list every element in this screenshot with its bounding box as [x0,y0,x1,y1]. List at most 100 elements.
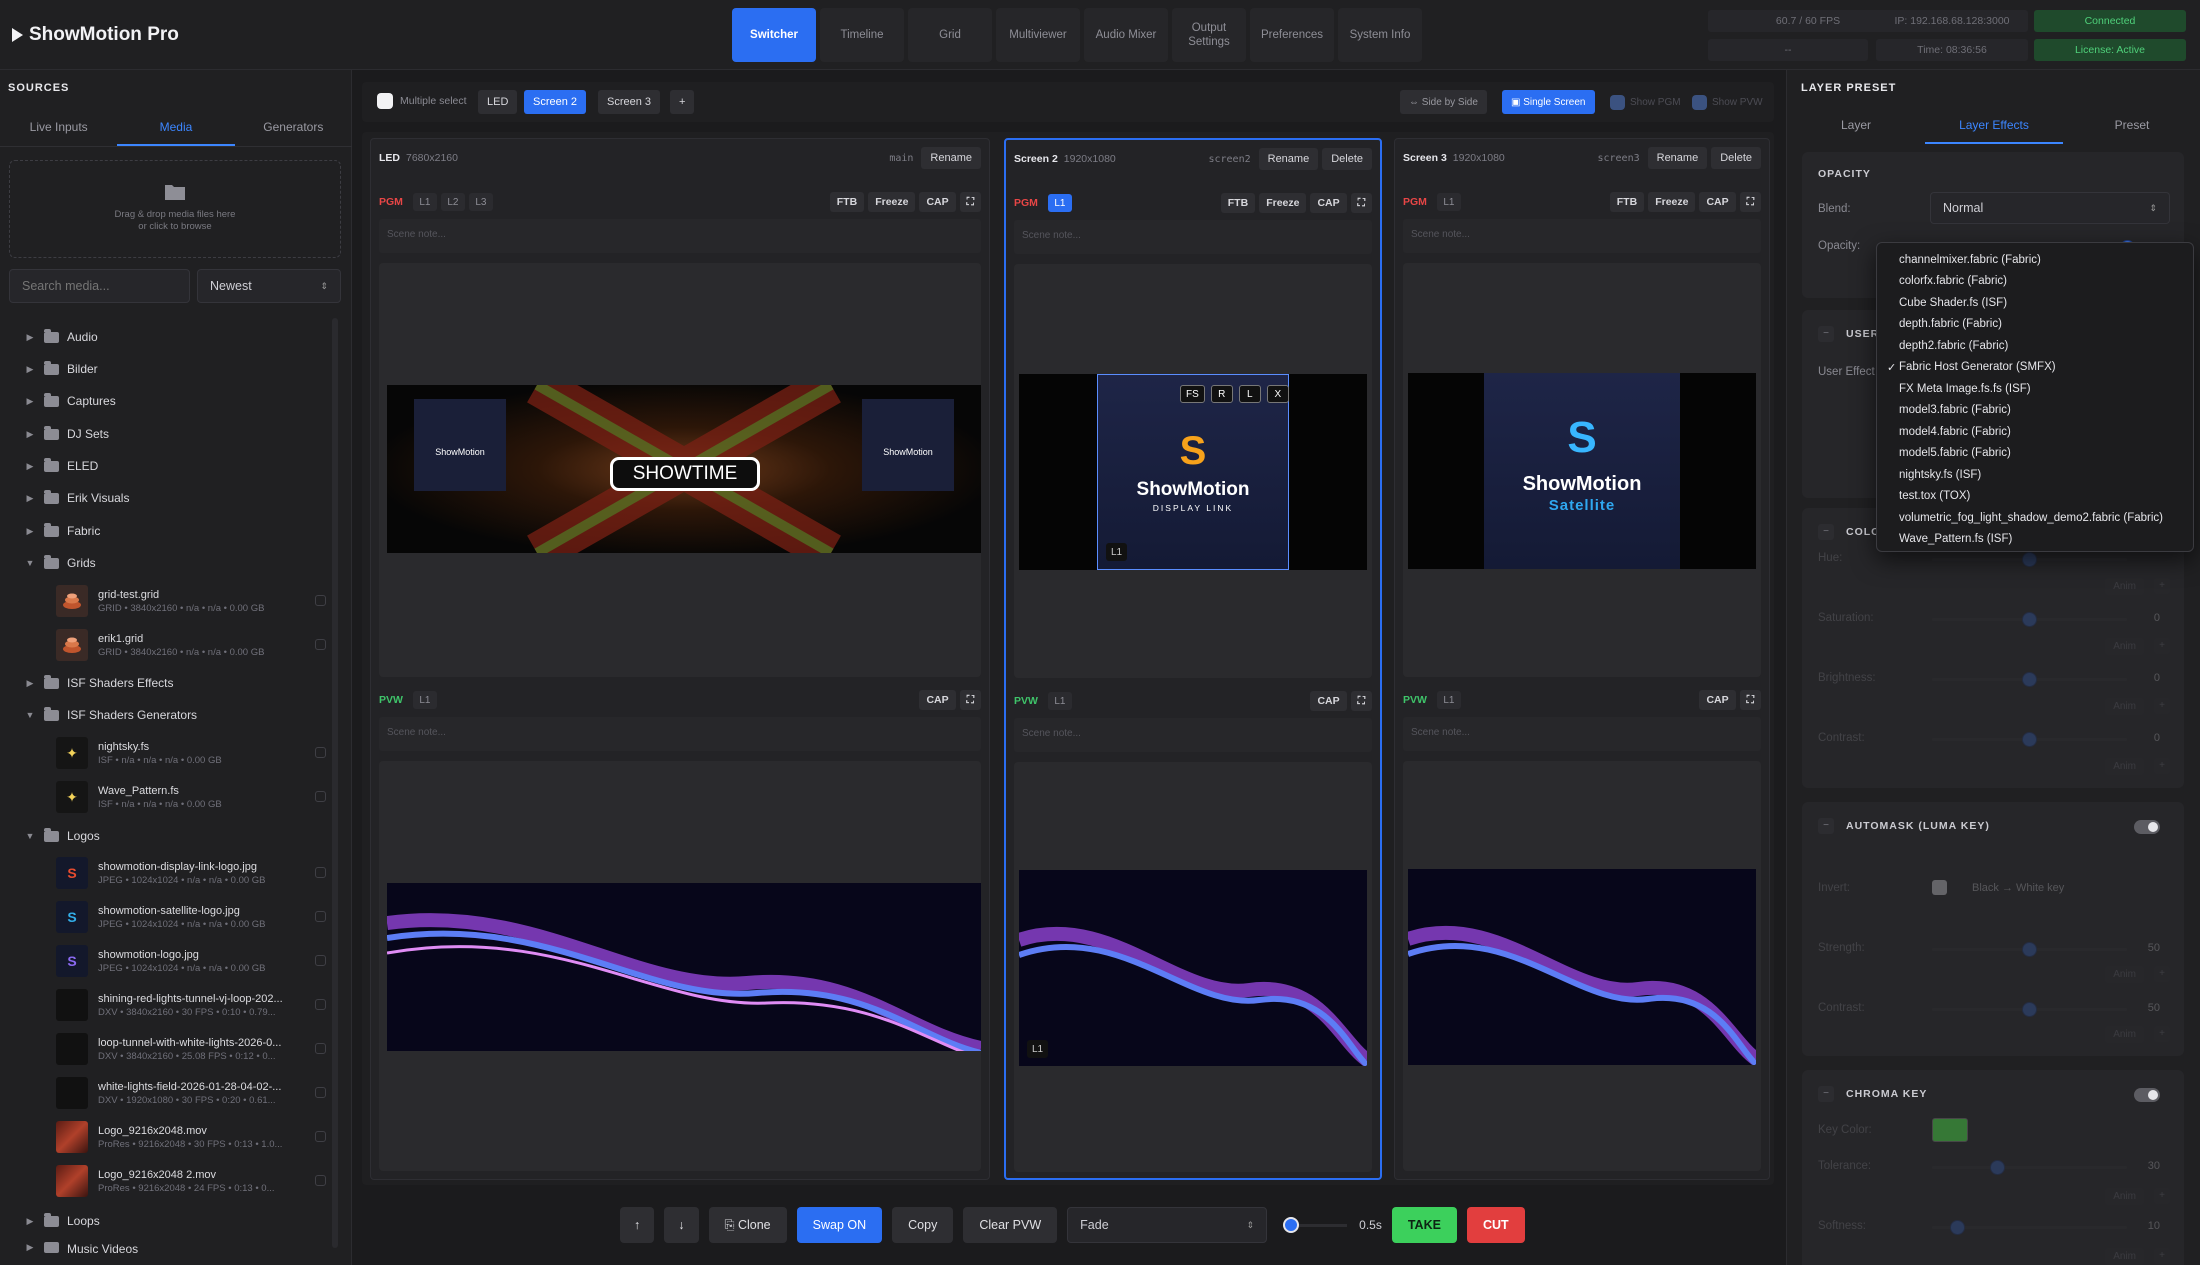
softness-anim-button[interactable]: Anim [2105,1248,2144,1265]
media-item[interactable]: grid-test.grid GRID • 3840x2160 • n/a • n… [56,582,326,620]
collapse-icon[interactable]: − [1818,326,1834,342]
effect-option[interactable]: depth.fabric (Fabric) [1877,314,2193,336]
screen-tab-screen-3[interactable]: Screen 3 [598,90,661,114]
folder-audio[interactable]: ▶ Audio [24,326,98,348]
multiple-select-checkbox[interactable] [377,93,393,109]
nav-tab-timeline[interactable]: Timeline [820,8,904,62]
pgm-scene-note[interactable]: Scene note... [1403,219,1761,253]
ftb-button[interactable]: FTB [1220,193,1256,213]
cap-button[interactable]: CAP [919,192,956,212]
freeze-button[interactable]: Freeze [868,192,916,212]
strength-slider[interactable] [1932,942,2127,957]
layer-chip[interactable]: L1 [1436,691,1461,709]
media-scrollbar[interactable] [332,318,338,1248]
strength-add-button[interactable]: + [2154,966,2170,982]
screen-2[interactable]: Screen 2 1920x1080 screen2 Rename Delete PGM… [1004,138,1382,1180]
cap-button[interactable]: CAP [919,690,956,710]
delete-button[interactable]: Delete [1322,148,1372,170]
fullscreen-icon[interactable]: ⛶ [1739,690,1761,710]
saturation-add-button[interactable]: + [2154,638,2170,654]
effect-option[interactable]: model3.fabric (Fabric) [1877,400,2193,422]
remove-handle[interactable]: X [1266,385,1289,403]
layer-chip[interactable]: L1 [1436,193,1461,211]
pvw-canvas[interactable] [379,761,981,1171]
brightness-slider-knob[interactable] [2022,672,2037,687]
pgm-canvas[interactable]: S ShowMotion DISPLAY LINK FS R L X L1 [1014,264,1372,678]
pvw-canvas[interactable] [1403,761,1761,1171]
automask-contrast-add-button[interactable]: + [2154,1026,2170,1042]
strength-anim-button[interactable]: Anim [2105,966,2144,983]
effect-option[interactable]: Wave_Pattern.fs (ISF) [1877,529,2193,551]
delete-button[interactable]: Delete [1711,147,1761,169]
invert-checkbox[interactable] [1932,880,1947,895]
effect-option[interactable]: model4.fabric (Fabric) [1877,421,2193,443]
automask-contrast-slider[interactable] [1932,1002,2127,1017]
pgm-canvas[interactable]: ShowMotion ShowMotion SHOWTIME [379,263,981,677]
layer-chip[interactable]: L1 [412,193,437,211]
cap-button[interactable]: CAP [1699,690,1736,710]
pvw-canvas[interactable]: L1 [1014,762,1372,1172]
rename-button[interactable]: Rename [921,147,981,169]
effect-option[interactable]: FX Meta Image.fs.fs (ISF) [1877,378,2193,400]
freeze-button[interactable]: Freeze [1259,193,1307,213]
duration-slider-knob[interactable] [1283,1216,1300,1233]
tab-generators[interactable]: Generators [235,110,352,146]
freeze-button[interactable]: Freeze [1648,192,1696,212]
media-item[interactable]: erik1.grid GRID • 3840x2160 • n/a • n/a •… [56,626,326,664]
screen-tab-screen-2[interactable]: Screen 2 [524,90,587,114]
folder-fabric[interactable]: ▶ Fabric [24,520,100,542]
fullscreen-icon[interactable]: ⛶ [1350,193,1372,213]
take-button[interactable]: TAKE [1391,1207,1457,1243]
pvw-scene-note[interactable]: Scene note... [1014,718,1372,752]
cap-button[interactable]: CAP [1310,193,1347,213]
folder-grids[interactable]: ▼ Grids [24,552,96,574]
nav-tab-grid[interactable]: Grid [908,8,992,62]
media-item[interactable]: Sshowmotion-logo.jpg JPEG • 1024x1024 • n… [56,942,326,980]
nav-tab-preferences[interactable]: Preferences [1250,8,1334,62]
folder-isf-effects[interactable]: ▶ ISF Shaders Effects [24,672,174,694]
folder-bilder[interactable]: ▶ Bilder [24,358,98,380]
folder-captures[interactable]: ▶ Captures [24,390,116,412]
media-checkbox[interactable] [315,639,326,650]
media-search-input[interactable] [9,269,190,303]
folder-music-videos[interactable]: ▶ Music Videos [24,1242,138,1256]
hue-add-button[interactable]: + [2154,578,2170,594]
media-checkbox[interactable] [315,911,326,922]
fullscreen-icon[interactable]: ⛶ [959,192,981,212]
rename-button[interactable]: Rename [1258,148,1319,170]
saturation-slider[interactable] [1932,612,2127,627]
media-item[interactable]: Sshowmotion-display-link-logo.jpg JPEG • … [56,854,326,892]
media-checkbox[interactable] [315,1175,326,1186]
media-checkbox[interactable] [315,867,326,878]
media-item[interactable]: ✦ Wave_Pattern.fs ISF • n/a • n/a • n/a • … [56,778,326,816]
media-checkbox[interactable] [315,999,326,1010]
user-effect-dropdown[interactable]: channelmixer.fabric (Fabric) colorfx.fab… [1876,242,2194,552]
pgm-canvas[interactable]: S ShowMotion Satellite [1403,263,1761,677]
automask-contrast-anim-button[interactable]: Anim [2105,1026,2144,1043]
media-checkbox[interactable] [315,955,326,966]
cut-button[interactable]: CUT [1466,1207,1525,1243]
lock-handle[interactable]: L [1238,385,1261,403]
layer-chip[interactable]: L3 [468,193,493,211]
folder-logos[interactable]: ▼ Logos [24,825,100,847]
blend-select[interactable]: Normal ⇕ [1930,192,2170,224]
effect-option[interactable]: test.tox (TOX) [1877,486,2193,508]
media-checkbox[interactable] [315,595,326,606]
effect-option[interactable]: Cube Shader.fs (ISF) [1877,292,2193,314]
contrast-anim-button[interactable]: Anim [2105,758,2144,775]
layer-chip[interactable]: L2 [440,193,465,211]
nav-tab-system-info[interactable]: System Info [1338,8,1422,62]
media-item[interactable]: ✦ nightsky.fs ISF • n/a • n/a • n/a • 0.00… [56,734,326,772]
selected-layer-box[interactable]: S ShowMotion DISPLAY LINK FS R L X L1 [1097,374,1289,570]
tolerance-anim-button[interactable]: Anim [2105,1188,2144,1205]
tab-preset[interactable]: Preset [2063,108,2200,144]
pgm-scene-note[interactable]: Scene note... [379,219,981,253]
contrast-slider[interactable] [1932,732,2127,747]
fullscreen-icon[interactable]: ⛶ [959,690,981,710]
nav-tab-switcher[interactable]: Switcher [732,8,816,62]
effect-option[interactable]: nightsky.fs (ISF) [1877,464,2193,486]
media-item[interactable]: white-lights-field-2026-01-28-04-02-... D… [56,1074,326,1112]
clear-pvw-button[interactable]: Clear PVW [963,1207,1058,1243]
collapse-icon[interactable]: − [1818,524,1834,540]
single-screen-button[interactable]: ▣ Single Screen [1502,90,1595,114]
